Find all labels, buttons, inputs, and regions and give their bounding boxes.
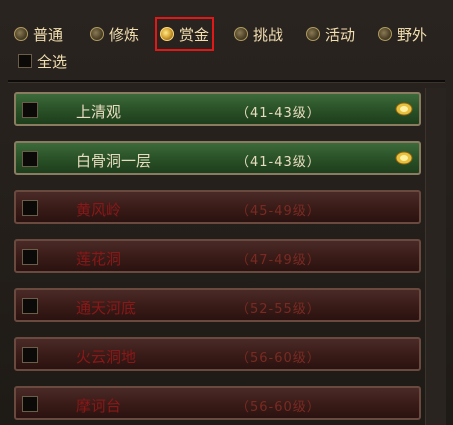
row-checkbox (22, 347, 38, 363)
dungeon-panel: 普通 修炼 赏金 挑战 活动 野外 全选 上清观 （41-43级） 白骨洞一层 … (0, 0, 453, 425)
row-checkbox[interactable] (22, 102, 38, 118)
radio-icon (90, 27, 104, 41)
dungeon-name: 上清观 (76, 103, 122, 121)
dungeon-row-locked: 摩诃台 （56-60级） (14, 386, 421, 420)
coin-icon (395, 151, 413, 165)
tab-label: 挑战 (253, 25, 284, 44)
dungeon-row-locked: 通天河底 （52-55级） (14, 288, 421, 322)
dungeon-row-locked: 火云洞地 （56-60级） (14, 337, 421, 371)
row-checkbox (22, 298, 38, 314)
dungeon-level: （47-49级） (236, 253, 321, 268)
coin-icon (395, 102, 413, 116)
dungeon-level: （41-43级） (236, 155, 321, 170)
scrollbar[interactable] (425, 88, 446, 425)
dungeon-name: 火云洞地 (76, 348, 137, 366)
select-all-checkbox[interactable]: 全选 (18, 52, 68, 71)
dungeon-name: 通天河底 (76, 299, 137, 317)
tab-label: 普通 (33, 25, 64, 44)
row-checkbox (22, 396, 38, 412)
radio-selected-icon (160, 27, 174, 41)
dungeon-row-locked: 莲花洞 （47-49级） (14, 239, 421, 273)
category-tabs: 普通 修炼 赏金 挑战 活动 野外 (14, 17, 444, 51)
dungeon-name: 莲花洞 (76, 250, 122, 268)
tab-event[interactable]: 活动 (306, 22, 355, 46)
dungeon-level: （56-60级） (236, 351, 321, 366)
dungeon-level: （45-49级） (236, 204, 321, 219)
tab-label: 野外 (397, 25, 428, 44)
dungeon-row[interactable]: 上清观 （41-43级） (14, 92, 421, 126)
tab-bounty[interactable]: 赏金 (154, 17, 215, 51)
radio-icon (378, 27, 392, 41)
dungeon-row[interactable]: 白骨洞一层 （41-43级） (14, 141, 421, 175)
dungeon-name: 黄风岭 (76, 201, 122, 219)
dungeon-level: （41-43级） (236, 106, 321, 121)
select-all-label: 全选 (37, 52, 68, 71)
dungeon-level: （56-60级） (236, 400, 321, 415)
row-checkbox[interactable] (22, 151, 38, 167)
checkbox-icon (18, 54, 32, 68)
row-checkbox (22, 249, 38, 265)
dungeon-row-locked: 黄风岭 （45-49级） (14, 190, 421, 224)
tab-training[interactable]: 修炼 (90, 22, 139, 46)
tab-label: 赏金 (179, 25, 210, 44)
divider (8, 80, 445, 83)
tab-wild[interactable]: 野外 (378, 22, 427, 46)
row-checkbox (22, 200, 38, 216)
radio-icon (234, 27, 248, 41)
dungeon-name: 摩诃台 (76, 397, 122, 415)
dungeon-name: 白骨洞一层 (76, 152, 152, 170)
tab-label: 活动 (325, 25, 356, 44)
tab-challenge[interactable]: 挑战 (234, 22, 283, 46)
tab-label: 修炼 (109, 25, 140, 44)
radio-icon (14, 27, 28, 41)
dungeon-level: （52-55级） (236, 302, 321, 317)
tab-normal[interactable]: 普通 (14, 22, 63, 46)
radio-icon (306, 27, 320, 41)
